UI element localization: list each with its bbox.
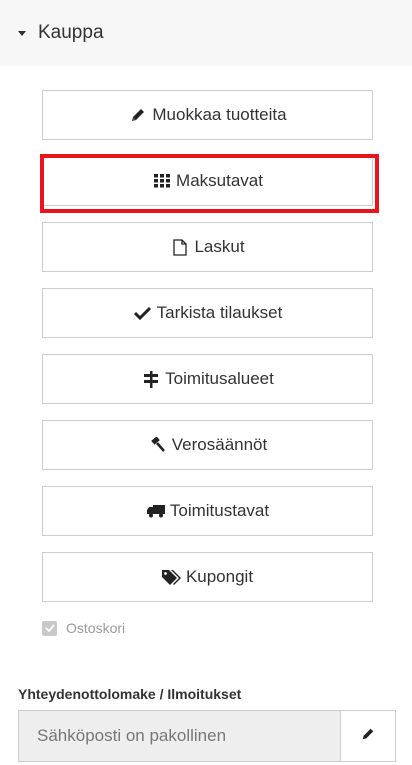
edit-products-button[interactable]: Muokkaa tuotteita — [42, 90, 373, 140]
invoices-label: Laskut — [194, 237, 245, 256]
tax-rules-label: Verosäännöt — [171, 435, 268, 454]
contact-form-label: Yhteydenottolomake / Ilmoitukset — [18, 686, 242, 702]
cart-checkbox[interactable] — [42, 620, 57, 636]
pencil-icon — [128, 106, 148, 124]
check-orders-label: Tarkista tilaukset — [156, 303, 283, 322]
cart-checkbox-row[interactable]: Ostoskori — [42, 620, 125, 636]
tags-icon — [162, 568, 182, 586]
truck-icon — [146, 502, 166, 520]
gavel-icon — [148, 436, 168, 454]
contact-email-field[interactable] — [18, 710, 340, 762]
cart-label: Ostoskori — [66, 620, 126, 636]
delivery-areas-label: Toimitusalueet — [165, 369, 274, 388]
file-icon — [170, 238, 190, 256]
section-header-kauppa[interactable]: Kauppa — [0, 0, 412, 66]
coupons-label: Kupongit — [185, 567, 254, 586]
delivery-methods-label: Toimitustavat — [169, 501, 270, 520]
delivery-methods-button[interactable]: Toimitustavat — [42, 486, 373, 536]
contact-input-group — [18, 710, 396, 762]
payment-methods-label: Maksutavat — [176, 171, 263, 190]
coupons-button[interactable]: Kupongit — [42, 552, 373, 602]
section-title: Kauppa — [38, 22, 104, 43]
payment-methods-button[interactable]: Maksutavat — [42, 156, 373, 206]
delivery-areas-button[interactable]: Toimitusalueet — [42, 354, 373, 404]
invoices-button[interactable]: Laskut — [42, 222, 373, 272]
caret-down-icon — [18, 30, 26, 36]
edit-contact-button[interactable] — [340, 710, 396, 762]
pencil-icon — [361, 727, 375, 746]
tax-rules-button[interactable]: Verosäännöt — [42, 420, 373, 470]
grid-icon — [152, 172, 172, 190]
edit-products-label: Muokkaa tuotteita — [152, 105, 287, 124]
check-icon — [133, 304, 153, 322]
check-orders-button[interactable]: Tarkista tilaukset — [42, 288, 373, 338]
signpost-icon — [141, 370, 161, 388]
shop-button-list: Muokkaa tuotteita Maksutavat Laskut Tark… — [42, 90, 373, 618]
